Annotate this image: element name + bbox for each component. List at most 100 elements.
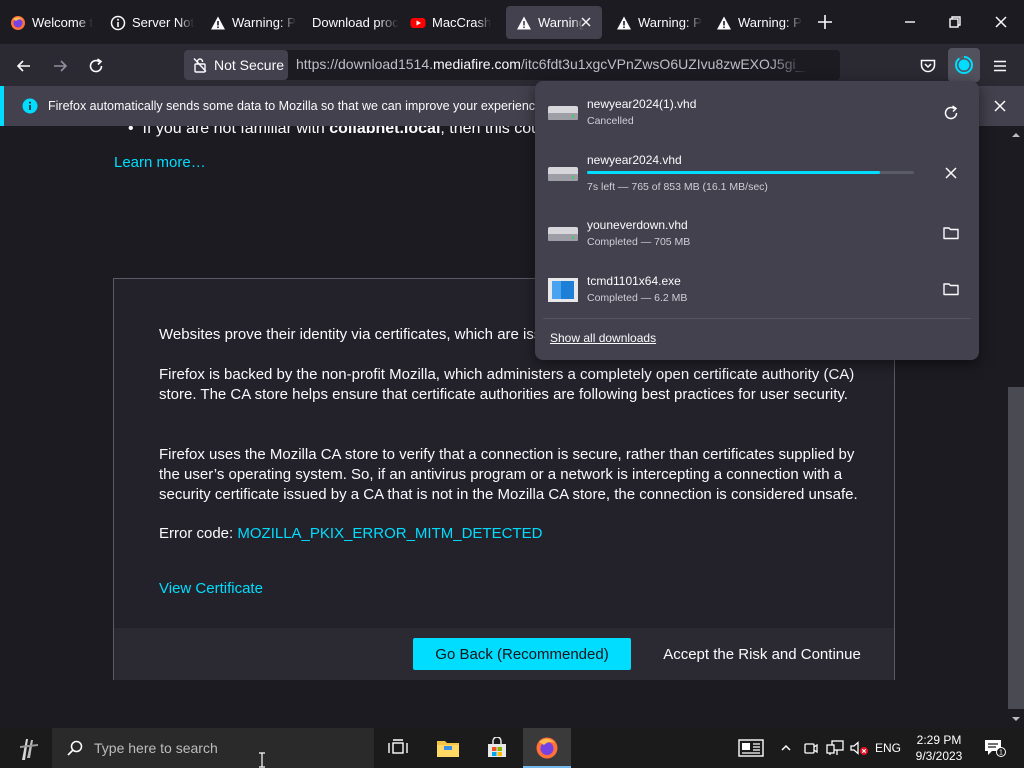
downloads-button[interactable] — [948, 48, 980, 82]
firefox-taskbar-button[interactable] — [523, 728, 571, 768]
scroll-up-icon — [1012, 133, 1020, 137]
arrow-right-icon — [54, 60, 68, 72]
download-item[interactable]: tcmd1101x64.exe Completed — 6.2 MB — [535, 261, 979, 317]
download-item[interactable]: newyear2024(1).vhd Cancelled — [535, 85, 979, 141]
microsoft-store-button[interactable] — [473, 728, 521, 768]
not-secure-indicator[interactable]: Not Secure — [184, 50, 288, 80]
disk-drive-icon — [548, 106, 578, 120]
folder-icon — [943, 227, 959, 240]
tab-warning-2[interactable]: Warning: P — [606, 6, 706, 39]
close-icon — [995, 16, 1007, 28]
tab-label: Warning: P — [232, 15, 296, 30]
warning-icon — [716, 15, 732, 31]
tab-label: Welcome t — [32, 15, 94, 30]
taskbar: Type here to search ENG 2:29 PM 9/3/2023… — [0, 728, 1024, 768]
close-tab-icon[interactable] — [578, 14, 594, 30]
camera-icon — [804, 743, 818, 754]
go-back-button[interactable]: Go Back (Recommended) — [413, 638, 631, 670]
clock-time: 2:29 PM — [916, 733, 962, 747]
tab-label: MacCrash — [432, 15, 492, 30]
search-placeholder: Type here to search — [94, 740, 218, 756]
info-icon — [22, 98, 38, 114]
chevron-up-icon — [781, 744, 791, 751]
error-code-link[interactable]: MOZILLA_PKIX_ERROR_MITM_DETECTED — [237, 525, 542, 542]
tab-label: Warning: P — [638, 15, 702, 30]
warning-icon — [210, 15, 226, 31]
url-host: mediafire.com — [433, 56, 521, 72]
back-button[interactable] — [10, 52, 38, 80]
tab-welcome[interactable]: Welcome t — [0, 6, 100, 39]
application-icon — [548, 278, 578, 302]
file-explorer-button[interactable] — [424, 728, 472, 768]
panel-actions: Go Back (Recommended) Accept the Risk an… — [114, 628, 894, 680]
volume-button[interactable] — [849, 739, 869, 757]
tab-maccrash[interactable]: MacCrash — [400, 6, 504, 39]
clock[interactable]: 2:29 PM 9/3/2023 — [902, 732, 976, 764]
language-indicator[interactable]: ENG — [874, 739, 902, 757]
action-center-button[interactable]: 1 — [982, 739, 1008, 757]
familiarity-bullet: • If you are not familiar with collabnet… — [128, 126, 566, 138]
tab-warning-active[interactable]: Warning — [506, 6, 602, 39]
forward-button[interactable] — [46, 52, 74, 80]
download-status: Completed — 705 MB — [587, 236, 691, 248]
tab-server-not-found[interactable]: Server Not — [100, 6, 200, 39]
bullet-domain: collabnet.local — [329, 126, 441, 137]
close-icon — [994, 100, 1006, 112]
error-code-label: Error code: — [159, 525, 238, 542]
start-button[interactable] — [16, 736, 42, 762]
arrow-left-icon — [16, 60, 30, 72]
new-tab-button[interactable] — [813, 10, 837, 34]
tab-warning-3[interactable]: Warning: P — [706, 6, 806, 39]
meet-now-button[interactable] — [802, 739, 820, 757]
taskbar-search[interactable]: Type here to search — [52, 728, 374, 768]
show-hidden-icons-button[interactable] — [778, 739, 794, 757]
download-name: tcmd1101x64.exe — [587, 274, 681, 288]
task-view-button[interactable] — [374, 728, 422, 768]
search-icon — [67, 740, 83, 756]
minimize-button[interactable] — [896, 8, 924, 36]
accept-risk-button[interactable]: Accept the Risk and Continue — [644, 638, 880, 670]
network-icon — [826, 740, 844, 755]
tab-download-process[interactable]: Download proc — [300, 6, 400, 39]
retry-download-button[interactable] — [939, 101, 963, 125]
show-in-folder-button[interactable] — [939, 277, 963, 301]
firefox-icon — [10, 15, 26, 31]
show-in-folder-button[interactable] — [939, 221, 963, 245]
news-icon — [738, 739, 764, 757]
download-name: newyear2024.vhd — [587, 153, 682, 167]
close-window-button[interactable] — [987, 8, 1015, 36]
download-item[interactable]: youneverdown.vhd Completed — 705 MB — [535, 205, 979, 261]
cancel-icon — [945, 167, 957, 179]
warning-icon — [516, 15, 532, 31]
youtube-icon — [410, 15, 426, 31]
tab-warning-1[interactable]: Warning: P — [200, 6, 300, 39]
app-menu-button[interactable] — [986, 52, 1014, 80]
url-text[interactable]: https://download1514.mediafire.com/itc6f… — [296, 56, 808, 74]
restore-button[interactable] — [941, 8, 969, 36]
mozilla-ca-paragraph: Firefox is backed by the non-profit Mozi… — [159, 366, 855, 403]
folder-icon — [943, 283, 959, 296]
folder-icon — [437, 741, 459, 757]
network-button[interactable] — [825, 739, 845, 757]
show-all-downloads-link[interactable]: Show all downloads — [550, 331, 656, 345]
news-widget-button[interactable] — [737, 739, 765, 757]
view-certificate-link[interactable]: View Certificate — [159, 580, 263, 597]
pocket-button[interactable] — [914, 52, 942, 80]
ca-store-paragraph: Firefox uses the Mozilla CA store to ver… — [159, 446, 858, 503]
disk-drive-icon — [548, 227, 578, 241]
learn-more-link[interactable]: Learn more… — [114, 154, 206, 171]
volume-muted-icon — [850, 741, 868, 755]
url-path: /itc6fdt3u1xgcVPnZwsO6UZIvu8zwEXOJ5gi__K — [520, 56, 808, 72]
tab-strip: Welcome t Server Not Warning: P Download… — [0, 0, 1024, 44]
close-notification-button[interactable] — [988, 94, 1012, 118]
panel-divider — [543, 318, 971, 319]
downloads-panel: newyear2024(1).vhd Cancelled newyear2024… — [535, 81, 979, 360]
screen: Welcome t Server Not Warning: P Download… — [0, 0, 1024, 768]
download-progress-icon — [955, 56, 973, 74]
cancel-download-button[interactable] — [939, 161, 963, 185]
download-progress-bar — [587, 171, 914, 174]
plus-icon — [818, 15, 832, 29]
firefox-icon — [536, 737, 558, 759]
scrollbar-thumb[interactable] — [1008, 387, 1024, 709]
reload-button[interactable] — [82, 52, 110, 80]
